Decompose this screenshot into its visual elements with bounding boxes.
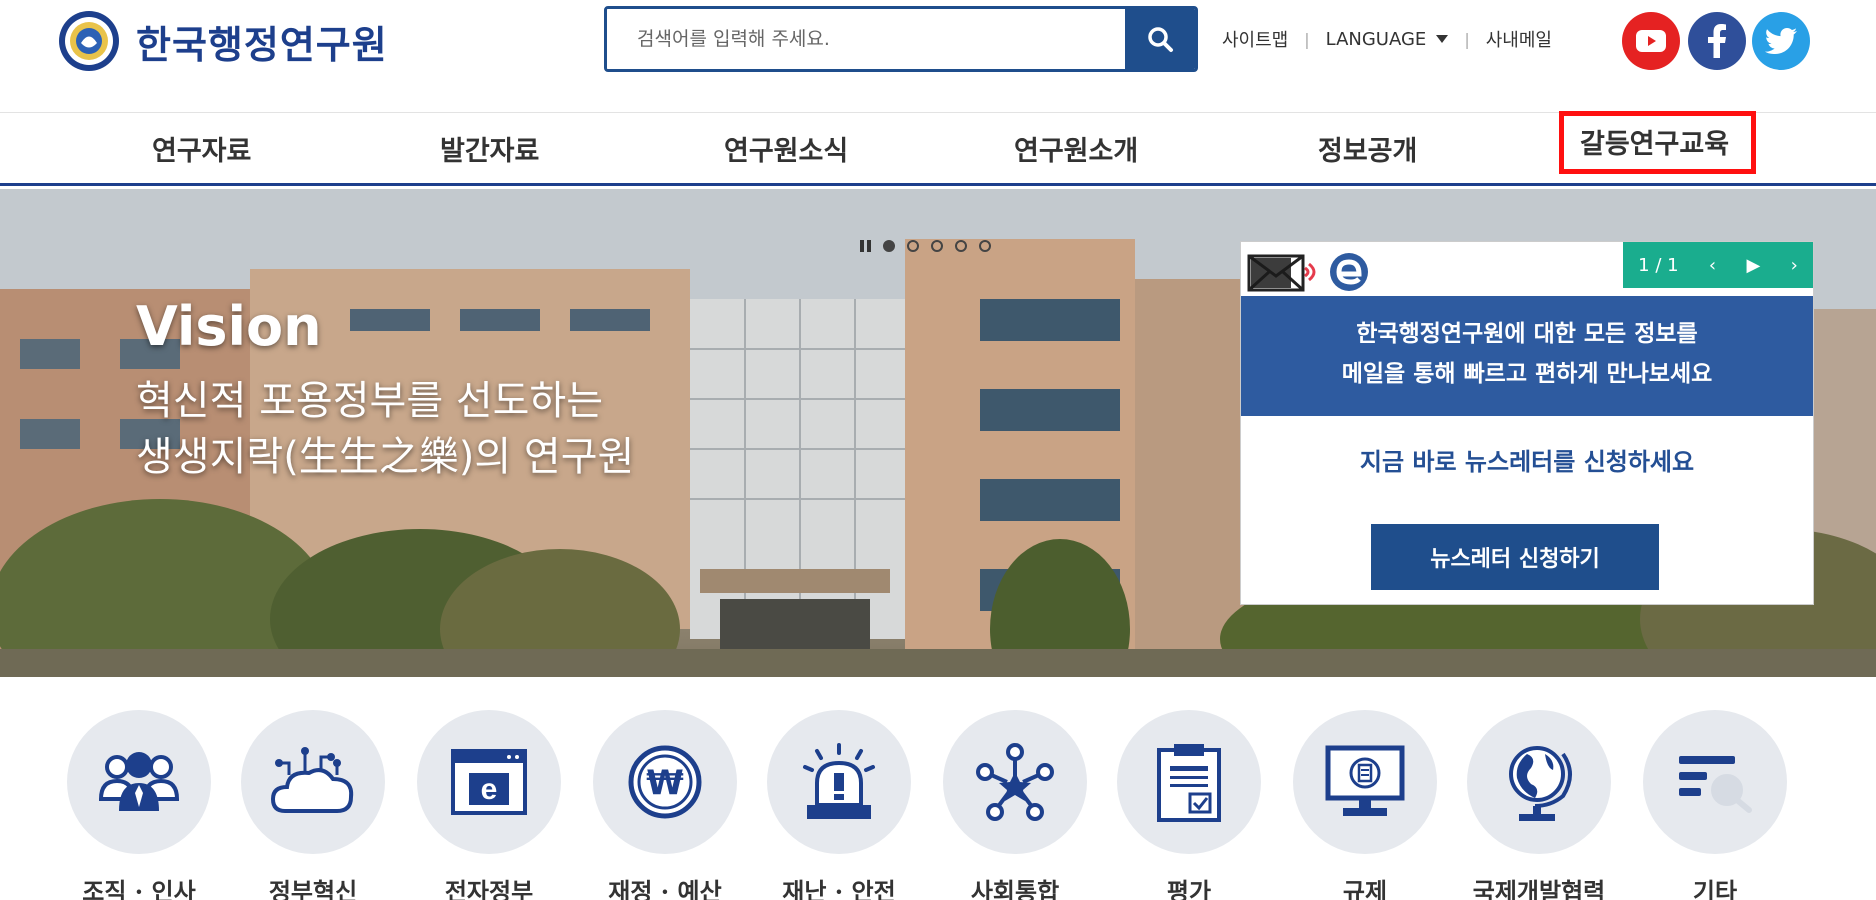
search-input[interactable]	[607, 9, 1125, 69]
nav-item-disclosure[interactable]: 정보공개	[1318, 129, 1417, 168]
emblem-icon	[59, 11, 119, 71]
nav-item-news[interactable]: 연구원소식	[724, 129, 848, 168]
category-organization[interactable]: 조직 · 인사	[64, 710, 214, 900]
category-etc[interactable]: 기타	[1640, 710, 1790, 900]
hero-title: Vision	[136, 295, 322, 358]
slide-dot-5[interactable]	[979, 240, 991, 252]
category-label: 정부혁신	[268, 877, 358, 900]
monitor-icon	[1325, 745, 1405, 816]
won-coin-icon: ₩	[628, 745, 702, 819]
twitter-link[interactable]	[1752, 12, 1810, 70]
chevron-down-icon	[1436, 35, 1449, 43]
search-icon	[1148, 27, 1173, 52]
site-logo[interactable]: 한국행정연구원	[58, 10, 388, 72]
category-menu: 조직 · 인사 정부혁신 e 전자정부 ₩ 재정 · 예산 재난 · 안전 사회…	[0, 700, 1876, 900]
chevron-right-icon[interactable]: ›	[1791, 255, 1798, 276]
youtube-link[interactable]	[1622, 12, 1680, 70]
category-label: 사회통합	[970, 877, 1060, 900]
play-icon[interactable]: ▶	[1746, 255, 1760, 276]
site-header: 한국행정연구원 사이트맵 | LANGUAGE | 사내메일	[0, 0, 1876, 112]
twitter-icon	[1765, 28, 1797, 54]
category-social[interactable]: 사회통합	[940, 710, 1090, 900]
nav-item-publications[interactable]: 발간자료	[440, 129, 539, 168]
pause-icon[interactable]	[860, 240, 871, 252]
category-label: 조직 · 인사	[82, 877, 196, 900]
facebook-icon	[1708, 24, 1726, 58]
category-international[interactable]: 국제개발협력	[1464, 710, 1614, 900]
chevron-left-icon[interactable]: ‹	[1709, 255, 1716, 276]
pager-count: 1 / 1	[1638, 254, 1679, 276]
category-innovation[interactable]: 정부혁신	[238, 710, 388, 900]
youtube-icon	[1636, 30, 1666, 52]
category-regulation[interactable]: 규제	[1290, 710, 1440, 900]
slide-dot-2[interactable]	[907, 240, 919, 252]
newsletter-pager: 1 / 1 ‹ ▶ ›	[1623, 242, 1813, 288]
mail-link[interactable]: 사내메일	[1486, 26, 1552, 52]
slide-dot-1[interactable]	[883, 240, 895, 252]
slide-indicator	[860, 240, 991, 252]
browser-e-icon: e	[451, 749, 527, 815]
slide-dot-4[interactable]	[955, 240, 967, 252]
svg-text:e: e	[481, 773, 498, 806]
logo-text: 한국행정연구원	[136, 22, 388, 67]
category-disaster[interactable]: 재난 · 안전	[764, 710, 914, 900]
nav-item-about[interactable]: 연구원소개	[1014, 129, 1138, 168]
language-select[interactable]: LANGUAGE	[1326, 29, 1449, 50]
globe-icon	[1509, 746, 1572, 821]
newsletter-mail-icon	[1247, 253, 1368, 292]
divider: |	[1464, 29, 1470, 49]
category-label: 재난 · 안전	[782, 877, 896, 900]
category-evaluation[interactable]: 평가	[1114, 710, 1264, 900]
nav-item-conflict-education[interactable]: 갈등연구교육	[1559, 111, 1757, 174]
search-bar	[604, 6, 1198, 72]
facebook-link[interactable]	[1688, 12, 1746, 70]
hero-banner: Vision 혁신적 포용정부를 선도하는 생생지락(生生之樂)의 연구원 1 …	[0, 189, 1876, 677]
newsletter-header: 1 / 1 ‹ ▶ ›	[1241, 242, 1813, 296]
people-icon	[99, 752, 179, 811]
newsletter-cta-text: 지금 바로 뉴스레터를 신청하세요	[1359, 448, 1695, 476]
svg-text:₩: ₩	[646, 763, 684, 803]
newsletter-subscribe-button[interactable]: 뉴스레터 신청하기	[1371, 524, 1659, 590]
newsletter-band-text: 한국행정연구원에 대한 모든 정보를 메일을 통해 빠르고 편하게 만나보세요	[1241, 296, 1813, 416]
search-button[interactable]	[1125, 9, 1195, 69]
sitemap-link[interactable]: 사이트맵	[1222, 26, 1288, 52]
category-egov[interactable]: e 전자정부	[414, 710, 564, 900]
list-search-icon	[1679, 756, 1752, 813]
divider: |	[1304, 29, 1310, 49]
category-label: 국제개발협력	[1472, 877, 1606, 900]
newsletter-popup: 1 / 1 ‹ ▶ › 한국행정연구원에 대한 모든 정보를 메일을 통해 빠르…	[1240, 241, 1814, 605]
hero-subtitle: 혁신적 포용정부를 선도하는 생생지락(生生之樂)의 연구원	[136, 378, 635, 480]
cloud-network-icon	[271, 747, 354, 813]
star-network-icon	[976, 743, 1054, 821]
clipboard-check-icon	[1157, 744, 1221, 822]
category-label: 재정 · 예산	[608, 877, 722, 900]
category-label: 규제	[1342, 877, 1388, 900]
slide-dot-3[interactable]	[931, 240, 943, 252]
alarm-icon	[803, 743, 875, 819]
category-label: 기타	[1692, 877, 1738, 900]
language-label: LANGUAGE	[1325, 28, 1427, 50]
nav-item-research[interactable]: 연구자료	[152, 129, 251, 168]
category-label: 전자정부	[444, 877, 534, 900]
category-label: 평가	[1166, 877, 1212, 900]
utility-links: 사이트맵 | LANGUAGE | 사내메일	[1222, 26, 1552, 52]
category-finance[interactable]: ₩ 재정 · 예산	[590, 710, 740, 900]
main-nav: 연구자료 발간자료 연구원소식 연구원소개 정보공개 갈등연구교육	[0, 111, 1876, 186]
